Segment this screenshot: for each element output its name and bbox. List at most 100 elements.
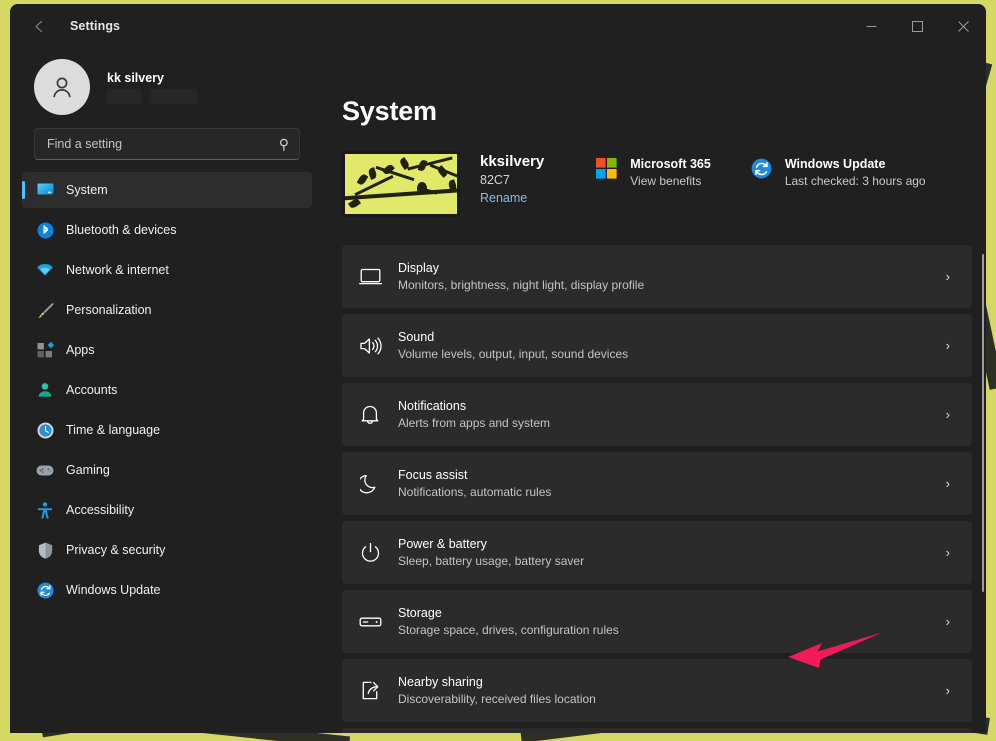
rename-link[interactable]: Rename bbox=[480, 191, 527, 205]
settings-row-title: Storage bbox=[398, 606, 442, 620]
chevron-right-icon: › bbox=[945, 338, 950, 353]
settings-row-title: Focus assist bbox=[398, 468, 468, 482]
chevron-right-icon: › bbox=[945, 683, 950, 698]
microsoft-365-card[interactable]: Microsoft 365 View benefits bbox=[596, 151, 711, 188]
settings-row-notifications[interactable]: Notifications Alerts from apps and syste… bbox=[342, 383, 972, 446]
settings-row-subtitle: Storage space, drives, configuration rul… bbox=[398, 623, 619, 637]
main-content: System kksilvery 82C7 Rename Microsoft 3… bbox=[324, 48, 986, 733]
speaker-icon bbox=[342, 336, 398, 356]
sidebar-item-personalization[interactable]: Personalization bbox=[22, 292, 312, 328]
update-refresh-icon bbox=[36, 581, 54, 599]
bluetooth-icon bbox=[36, 221, 54, 239]
sidebar-item-privacy-security[interactable]: Privacy & security bbox=[22, 532, 312, 568]
share-icon bbox=[342, 680, 398, 701]
sidebar-item-label: Personalization bbox=[66, 303, 152, 317]
settings-row-subtitle: Monitors, brightness, night light, displ… bbox=[398, 278, 645, 292]
content-scrollbar[interactable] bbox=[982, 254, 984, 592]
minimize-button[interactable] bbox=[848, 4, 894, 48]
minimize-icon bbox=[866, 25, 876, 27]
maximize-icon bbox=[911, 20, 923, 32]
sidebar-item-label: Accounts bbox=[66, 383, 118, 397]
search-container: ⚲ bbox=[22, 128, 312, 160]
settings-row-text: Power & battery Sleep, battery usage, ba… bbox=[398, 537, 946, 568]
back-button[interactable] bbox=[22, 11, 56, 41]
settings-row-partial[interactable] bbox=[342, 728, 972, 733]
settings-row-sound[interactable]: Sound Volume levels, output, input, soun… bbox=[342, 314, 972, 377]
settings-row-title: Sound bbox=[398, 330, 435, 344]
accessibility-person-icon bbox=[36, 501, 54, 519]
microsoft-logo-icon bbox=[596, 158, 618, 180]
account-name: kk silvery bbox=[107, 70, 164, 85]
sidebar-item-label: Gaming bbox=[66, 463, 110, 477]
settings-row-subtitle: Volume levels, output, input, sound devi… bbox=[398, 347, 629, 361]
apps-grid-icon bbox=[36, 341, 54, 359]
monitor-outline-icon bbox=[342, 267, 398, 286]
info-card-subtitle: View benefits bbox=[630, 174, 702, 188]
account-text: kk silvery bbox=[107, 71, 197, 104]
wifi-icon bbox=[36, 261, 54, 279]
chevron-right-icon: › bbox=[945, 614, 950, 629]
settings-row-text: Display Monitors, brightness, night ligh… bbox=[398, 261, 946, 292]
settings-row-title: Power & battery bbox=[398, 537, 487, 551]
shield-icon bbox=[36, 541, 54, 559]
settings-row-power-battery[interactable]: Power & battery Sleep, battery usage, ba… bbox=[342, 521, 972, 584]
close-button[interactable] bbox=[940, 4, 986, 48]
sidebar-item-label: System bbox=[66, 183, 108, 197]
wallpaper-thumbnail bbox=[342, 151, 460, 217]
search-input[interactable] bbox=[47, 137, 279, 151]
moon-icon bbox=[342, 473, 398, 494]
clock-icon bbox=[36, 421, 54, 439]
window-body: kk silvery ⚲ bbox=[10, 48, 986, 733]
chevron-right-icon: › bbox=[945, 269, 950, 284]
bell-icon bbox=[342, 404, 398, 425]
settings-row-title: Notifications bbox=[398, 399, 467, 413]
info-card-title: Windows Update bbox=[784, 157, 886, 171]
settings-row-title: Display bbox=[398, 261, 439, 275]
sidebar-item-label: Accessibility bbox=[66, 503, 135, 517]
account-card[interactable]: kk silvery bbox=[22, 50, 312, 124]
redaction-block bbox=[150, 88, 197, 104]
redaction-block bbox=[107, 88, 141, 104]
account-email-redacted bbox=[107, 88, 197, 104]
settings-row-display[interactable]: Display Monitors, brightness, night ligh… bbox=[342, 245, 972, 308]
sidebar-item-label: Network & internet bbox=[66, 263, 169, 277]
settings-window: Settings kk silvery Find a setting ⚲ Sys… bbox=[10, 4, 986, 733]
settings-row-text: Focus assist Notifications, automatic ru… bbox=[398, 468, 946, 499]
paintbrush-icon bbox=[36, 301, 54, 319]
update-refresh-icon bbox=[751, 158, 773, 180]
chevron-right-icon: › bbox=[945, 407, 950, 422]
window-controls bbox=[848, 4, 986, 48]
settings-row-title: Nearby sharing bbox=[398, 675, 483, 689]
chevron-right-icon: › bbox=[945, 545, 950, 560]
windows-update-card[interactable]: Windows Update Last checked: 3 hours ago bbox=[751, 151, 926, 188]
settings-row-subtitle: Notifications, automatic rules bbox=[398, 485, 552, 499]
sidebar-item-gaming[interactable]: Gaming bbox=[22, 452, 312, 488]
sidebar-item-accounts[interactable]: Accounts bbox=[22, 372, 312, 408]
sidebar-item-system[interactable]: System bbox=[22, 172, 312, 208]
sidebar-item-apps[interactable]: Apps bbox=[22, 332, 312, 368]
drive-icon bbox=[342, 615, 398, 629]
title-bar: Settings bbox=[10, 4, 986, 48]
sidebar-item-label: Privacy & security bbox=[66, 543, 166, 557]
page-title: System bbox=[342, 96, 437, 126]
settings-row-storage[interactable]: Storage Storage space, drives, configura… bbox=[342, 590, 972, 653]
settings-row-text: Sound Volume levels, output, input, soun… bbox=[398, 330, 946, 361]
back-arrow-icon bbox=[34, 20, 42, 32]
settings-row-text: Storage Storage space, drives, configura… bbox=[398, 606, 946, 637]
device-header: kksilvery 82C7 Rename Microsoft 365 View… bbox=[342, 151, 972, 223]
sidebar-item-bluetooth-devices[interactable]: Bluetooth & devices bbox=[22, 212, 312, 248]
sidebar-item-network-internet[interactable]: Network & internet bbox=[22, 252, 312, 288]
chevron-right-icon: › bbox=[945, 476, 950, 491]
maximize-button[interactable] bbox=[894, 4, 940, 48]
windows-update-text: Windows Update Last checked: 3 hours ago bbox=[785, 157, 926, 188]
settings-row-nearby-sharing[interactable]: Nearby sharing Discoverability, received… bbox=[342, 659, 972, 722]
settings-row-focus-assist[interactable]: Focus assist Notifications, automatic ru… bbox=[342, 452, 972, 515]
sidebar-item-accessibility[interactable]: Accessibility bbox=[22, 492, 312, 528]
microsoft-365-text: Microsoft 365 View benefits bbox=[630, 157, 711, 188]
gamepad-icon bbox=[36, 461, 54, 479]
sidebar-item-time-language[interactable]: Time & language bbox=[22, 412, 312, 448]
settings-row-subtitle: Sleep, battery usage, battery saver bbox=[398, 554, 585, 568]
search-box[interactable]: ⚲ bbox=[34, 128, 300, 160]
sidebar-item-windows-update[interactable]: Windows Update bbox=[22, 572, 312, 608]
settings-row-subtitle: Alerts from apps and system bbox=[398, 416, 551, 430]
